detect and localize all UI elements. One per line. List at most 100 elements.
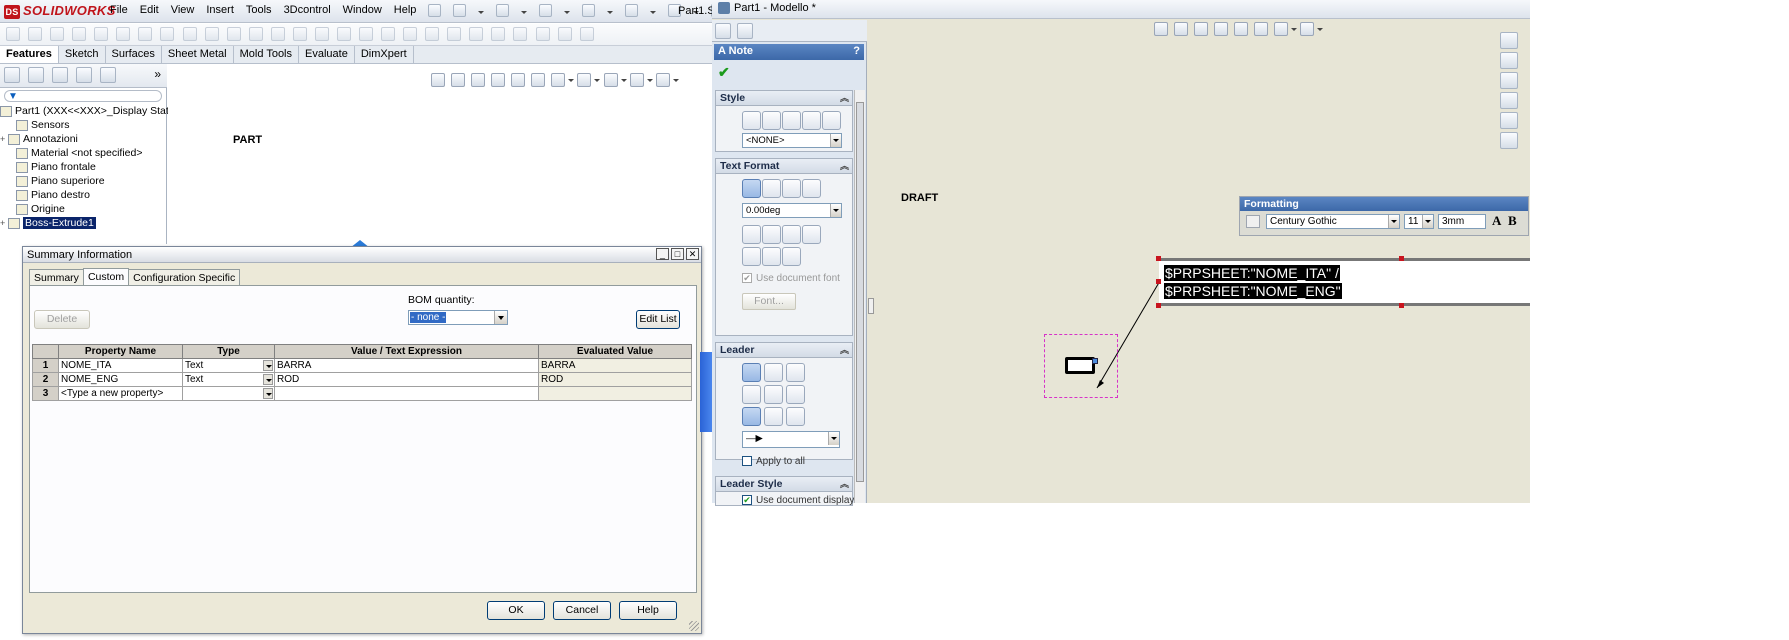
- zoom-to-fit-icon[interactable]: [431, 73, 445, 87]
- pattern-icon[interactable]: [270, 27, 285, 41]
- pin-icon[interactable]: [428, 4, 442, 17]
- save-icon[interactable]: [539, 4, 553, 17]
- straight-leader-icon[interactable]: [742, 407, 761, 426]
- shell-icon[interactable]: [226, 27, 241, 41]
- bent-leader-icon[interactable]: [764, 407, 783, 426]
- note-text[interactable]: $PRPSHEET:"NOME_ITA" / $PRPSHEET:"NOME_E…: [1164, 264, 1342, 300]
- file-explorer-icon[interactable]: [1500, 72, 1518, 89]
- pan-icon[interactable]: [1214, 22, 1229, 36]
- chevron-down-icon[interactable]: [1388, 215, 1399, 228]
- menu-edit[interactable]: Edit: [140, 4, 159, 20]
- value-cell[interactable]: BARRA: [274, 358, 539, 373]
- draft-icon[interactable]: [248, 27, 263, 41]
- thicken-icon[interactable]: [535, 27, 550, 41]
- tree-item-piano-destro[interactable]: Piano destro: [8, 188, 90, 202]
- view-settings-dropdown-icon[interactable]: [1317, 21, 1324, 37]
- tab-sketch[interactable]: Sketch: [58, 46, 106, 63]
- update-style-icon[interactable]: [782, 111, 801, 130]
- load-style-icon[interactable]: [822, 111, 841, 130]
- tree-item-boss-extrude1[interactable]: + Boss-Extrude1: [0, 216, 96, 230]
- fillet-icon[interactable]: [160, 27, 175, 41]
- new-document-icon[interactable]: [453, 4, 467, 17]
- text-format-group-title[interactable]: Text Format: [716, 159, 852, 174]
- ok-button[interactable]: OK: [487, 601, 545, 620]
- hide-show-items-icon[interactable]: [1254, 22, 1269, 36]
- type-cell[interactable]: Text: [182, 358, 275, 373]
- chamfer-icon[interactable]: [182, 27, 197, 41]
- hide-show-dropdown-icon[interactable]: [594, 72, 601, 88]
- font-family-select[interactable]: Century Gothic: [1266, 214, 1400, 229]
- hole-wizard-icon[interactable]: [138, 27, 153, 41]
- leader-straight-icon[interactable]: [742, 363, 761, 382]
- column-header-type[interactable]: Type: [182, 344, 275, 359]
- reference-geometry-icon[interactable]: [314, 27, 329, 41]
- boundary-icon[interactable]: [94, 27, 109, 41]
- row-number[interactable]: 2: [32, 372, 59, 387]
- display-style-dropdown-icon[interactable]: [568, 72, 575, 88]
- view-settings-dropdown-icon[interactable]: [672, 72, 679, 88]
- zoom-to-area-icon[interactable]: [1174, 22, 1189, 36]
- display-style-icon[interactable]: [551, 73, 566, 87]
- menu-insert[interactable]: Insert: [206, 4, 234, 20]
- menu-window[interactable]: Window: [343, 4, 382, 20]
- rotate-icon[interactable]: [1234, 22, 1249, 36]
- ok-check-icon[interactable]: ✔: [718, 64, 730, 81]
- loft-icon[interactable]: [72, 27, 87, 41]
- leader-left-icon[interactable]: [742, 385, 761, 404]
- scene-dropdown-icon[interactable]: [646, 72, 653, 88]
- wrap-icon[interactable]: [381, 27, 396, 41]
- tree-item-piano-frontale[interactable]: Piano frontale: [8, 160, 96, 174]
- column-header-evaluated[interactable]: Evaluated Value: [538, 344, 692, 359]
- close-icon[interactable]: ✕: [686, 248, 699, 260]
- insert-hyperlink-icon[interactable]: [742, 225, 761, 244]
- type-cell[interactable]: [182, 386, 275, 401]
- home-icon[interactable]: [1500, 32, 1518, 49]
- style-select[interactable]: <NONE>: [742, 133, 842, 148]
- font-color-icon[interactable]: A: [1492, 213, 1501, 229]
- appearance-dropdown-icon[interactable]: [620, 72, 627, 88]
- add-symbol-icon[interactable]: [782, 225, 801, 244]
- tab-dimxpert[interactable]: DimXpert: [354, 46, 414, 63]
- hide-show-items-icon[interactable]: [577, 73, 592, 87]
- mirror-icon[interactable]: [292, 27, 307, 41]
- open-icon[interactable]: [496, 4, 510, 17]
- design-library-icon[interactable]: [1500, 52, 1518, 69]
- leader-group-title[interactable]: Leader: [716, 343, 852, 358]
- insert-gtol-icon[interactable]: [742, 247, 761, 266]
- display-manager-icon[interactable]: [100, 67, 117, 83]
- chevron-down-icon[interactable]: [830, 134, 841, 147]
- sweep-icon[interactable]: [50, 27, 65, 41]
- surface-finish-icon[interactable]: [762, 247, 781, 266]
- use-document-display-checkbox[interactable]: ✔ Use document display: [742, 495, 854, 506]
- tree-item-part1[interactable]: Part1 (XXX<<XXX>_Display State 1>: [0, 104, 190, 118]
- scrollbar-thumb[interactable]: [856, 102, 864, 482]
- flex-icon[interactable]: [557, 27, 572, 41]
- tree-item-piano-superiore[interactable]: Piano superiore: [8, 174, 105, 188]
- value-cell[interactable]: [274, 386, 539, 401]
- font-size-select[interactable]: 11: [1404, 214, 1434, 229]
- appearances-icon[interactable]: [1500, 112, 1518, 129]
- angle-input[interactable]: 0.00deg: [742, 203, 842, 218]
- delete-button[interactable]: Delete: [34, 310, 90, 329]
- print-dropdown-icon[interactable]: [607, 4, 614, 20]
- view-settings-icon[interactable]: [655, 73, 670, 87]
- tree-item-sensors[interactable]: Sensors: [8, 118, 70, 132]
- menu-tools[interactable]: Tools: [246, 4, 272, 20]
- font-style-icon[interactable]: [1246, 215, 1260, 228]
- split-icon[interactable]: [425, 27, 440, 41]
- resize-handle[interactable]: [1399, 256, 1404, 261]
- help-icon[interactable]: ?: [853, 45, 860, 57]
- resize-grip-icon[interactable]: [689, 621, 699, 631]
- previous-view-icon[interactable]: [471, 73, 486, 87]
- view-settings-icon[interactable]: [1300, 22, 1315, 36]
- feature-manager-icon[interactable]: [715, 23, 731, 39]
- tree-item-material[interactable]: Material <not specified>: [8, 146, 142, 160]
- chevron-down-icon[interactable]: [263, 374, 273, 385]
- view-orientation-icon[interactable]: [531, 73, 546, 87]
- configuration-manager-icon[interactable]: [52, 67, 69, 83]
- apply-default-style-icon[interactable]: [742, 111, 761, 130]
- menu-3dcontrol[interactable]: 3Dcontrol: [284, 4, 331, 20]
- appearance-icon[interactable]: [603, 73, 618, 87]
- note-annotation[interactable]: $PRPSHEET:"NOME_ITA" / $PRPSHEET:"NOME_E…: [1156, 256, 1530, 308]
- revolve-icon[interactable]: [28, 27, 43, 41]
